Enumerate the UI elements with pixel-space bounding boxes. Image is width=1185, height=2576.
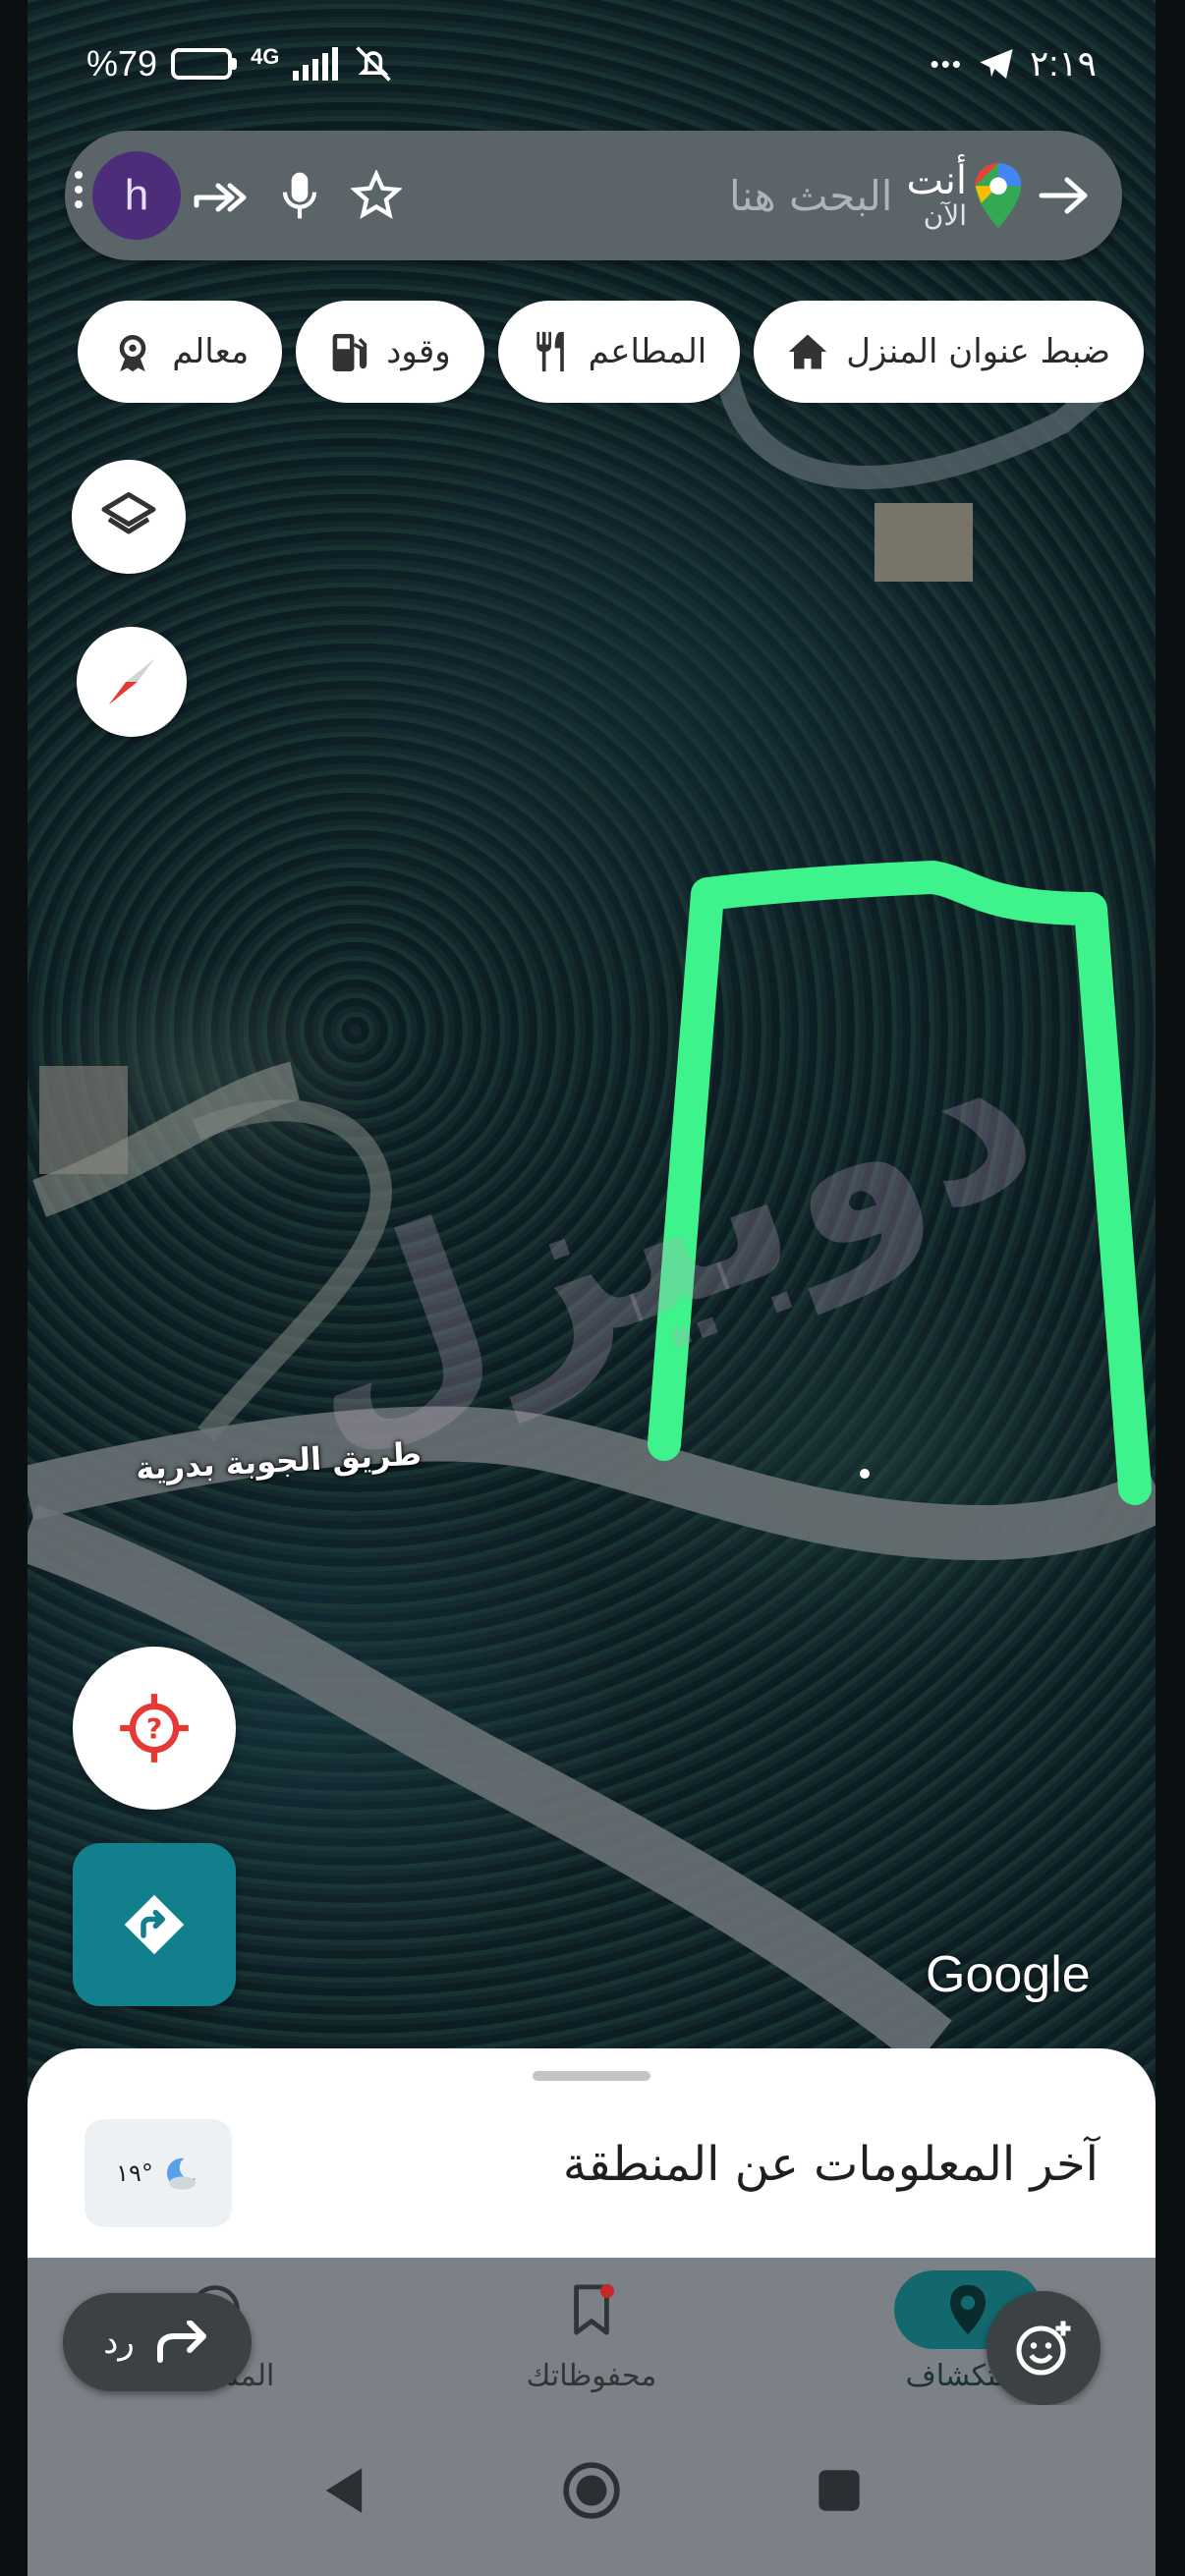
arrow-forward-icon[interactable] bbox=[1030, 161, 1099, 230]
mute-bell-icon bbox=[356, 46, 392, 82]
signal-icon bbox=[293, 47, 339, 81]
back-icon[interactable] bbox=[321, 2466, 367, 2515]
frame-left-edge bbox=[0, 0, 28, 2576]
more-dots-icon[interactable] bbox=[75, 171, 83, 208]
area-info-title: آخر المعلومات عن المنطقة bbox=[562, 2137, 1099, 2192]
chip-fuel[interactable]: وقود bbox=[296, 301, 484, 403]
star-icon[interactable] bbox=[342, 161, 411, 230]
layers-button[interactable] bbox=[72, 460, 186, 574]
overflow-dots: ••• bbox=[930, 48, 963, 79]
emoji-add-icon bbox=[1016, 2321, 1071, 2376]
google-attribution: Google bbox=[926, 1946, 1091, 2003]
search-bar[interactable]: h البحث هنا أنت الآن bbox=[65, 131, 1122, 260]
nav-saved[interactable]: محفوظاتك bbox=[464, 2270, 719, 2393]
parcel-outline bbox=[648, 861, 1152, 1505]
frame-right-edge bbox=[1156, 0, 1185, 2576]
status-left: %79 4G bbox=[86, 42, 395, 85]
avatar[interactable]: h bbox=[75, 151, 181, 240]
my-location-button[interactable]: ? bbox=[73, 1647, 236, 1810]
nav-label: محفوظاتك bbox=[526, 2358, 657, 2393]
layers-icon bbox=[101, 492, 156, 534]
chip-restaurants[interactable]: المطاعم bbox=[497, 301, 741, 403]
chip-set-home[interactable]: ضبط عنوان المنزل bbox=[754, 301, 1144, 403]
status-right: ••• ٢:١٩ bbox=[931, 43, 1097, 84]
status-bar: %79 4G ••• ٢:١٩ bbox=[28, 0, 1156, 128]
search-input[interactable]: البحث هنا bbox=[411, 172, 906, 220]
avatar-letter: h bbox=[124, 171, 149, 219]
you-label: أنت bbox=[906, 158, 967, 204]
reply-button[interactable]: رد bbox=[63, 2293, 252, 2391]
restaurant-icon bbox=[536, 331, 564, 372]
bottom-sheet[interactable]: آخر المعلومات عن المنطقة ١٩° bbox=[28, 2048, 1156, 2265]
compass-icon bbox=[108, 658, 155, 705]
system-navigation bbox=[28, 2405, 1156, 2576]
chip-landmarks[interactable]: معالم bbox=[78, 301, 283, 403]
directions-button[interactable] bbox=[73, 1843, 236, 2006]
clock: ٢:١٩ bbox=[1029, 43, 1097, 84]
weather-chip[interactable]: ١٩° bbox=[85, 2119, 232, 2227]
building bbox=[875, 503, 973, 582]
chip-label: ضبط عنوان المنزل bbox=[846, 332, 1110, 371]
now-label: الآن bbox=[923, 199, 967, 233]
home-icon bbox=[789, 334, 827, 369]
battery-percent: %79 bbox=[86, 43, 158, 84]
battery-icon bbox=[171, 48, 238, 80]
sheet-handle[interactable] bbox=[533, 2071, 650, 2081]
recents-icon[interactable] bbox=[817, 2468, 862, 2513]
chip-label: وقود bbox=[386, 332, 451, 371]
emoji-react-button[interactable] bbox=[987, 2291, 1100, 2405]
landmark-icon bbox=[119, 335, 146, 372]
reply-label: رد bbox=[103, 2323, 135, 2362]
compass-button[interactable] bbox=[77, 627, 187, 737]
location-crosshair-icon: ? bbox=[120, 1694, 189, 1763]
google-maps-logo-icon bbox=[973, 161, 1024, 230]
telegram-icon bbox=[980, 49, 1013, 79]
directions-icon bbox=[124, 1894, 185, 1955]
share-route-icon[interactable] bbox=[189, 161, 257, 230]
chip-label: معالم bbox=[172, 332, 250, 371]
svg-text:?: ? bbox=[146, 1713, 163, 1746]
category-chips: ضبط عنوان المنزل المطاعم وقود معالم bbox=[28, 301, 1156, 403]
fuel-icon bbox=[332, 333, 367, 371]
microphone-icon[interactable] bbox=[265, 161, 334, 230]
weather-temp: ١٩° bbox=[116, 2159, 153, 2187]
network-type: 4G bbox=[251, 44, 280, 69]
chip-label: المطاعم bbox=[588, 332, 707, 371]
explore-pin-icon bbox=[949, 2284, 986, 2334]
reply-arrow-icon bbox=[156, 2321, 206, 2363]
home-circle-icon[interactable] bbox=[561, 2460, 622, 2521]
notification-dot bbox=[599, 2283, 614, 2298]
you-now-tag: أنت الآن bbox=[906, 160, 967, 230]
weather-moon-icon bbox=[166, 2157, 196, 2190]
